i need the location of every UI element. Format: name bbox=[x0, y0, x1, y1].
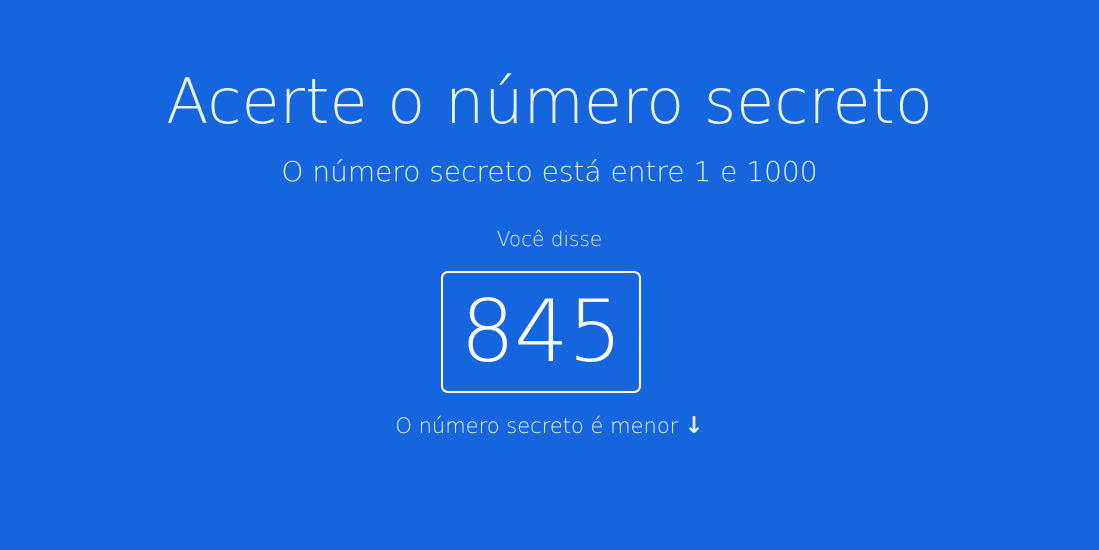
range-subtitle: O número secreto está entre 1 e 1000 bbox=[281, 155, 818, 188]
arrow-down-icon: ↓ bbox=[684, 413, 704, 439]
you-said-label: Você disse bbox=[496, 227, 603, 251]
hint-message: O número secreto é menor ↓ bbox=[0, 412, 1099, 440]
hint-text: O número secreto é menor bbox=[395, 414, 679, 438]
spoken-guess-box: 845 bbox=[441, 271, 641, 393]
spoken-guess-value: 845 bbox=[460, 282, 622, 382]
game-screen: Acerte o número secreto O número secreto… bbox=[0, 0, 1099, 550]
page-title: Acerte o número secreto bbox=[166, 65, 933, 138]
